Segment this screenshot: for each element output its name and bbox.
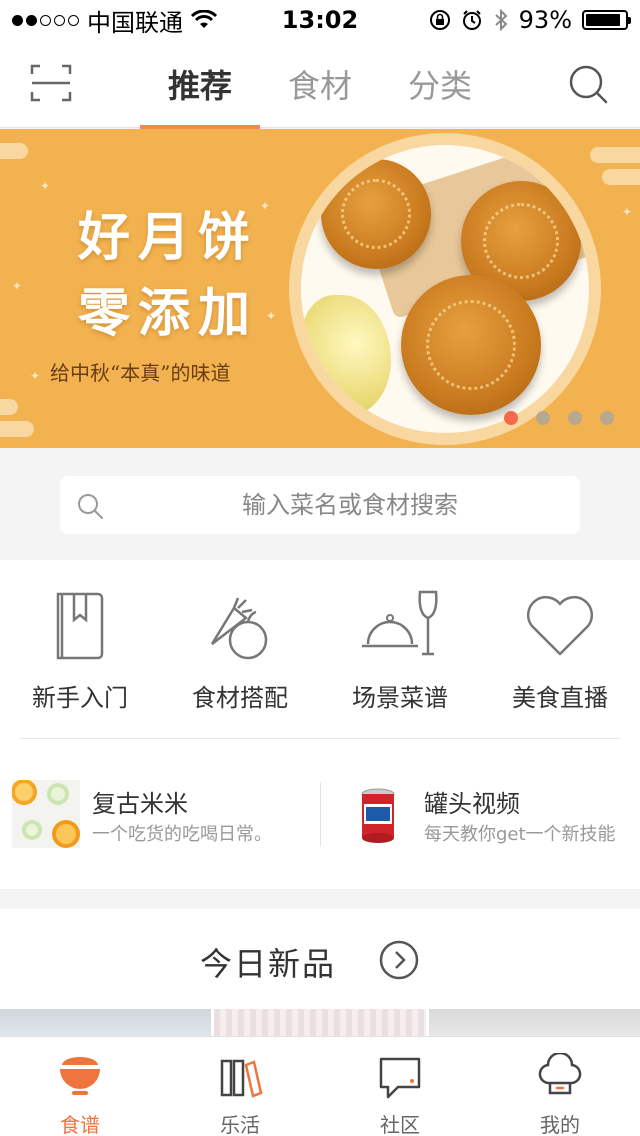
promo-divider (320, 782, 321, 846)
promo-subtitle: 每天教你get一个新技能 (424, 824, 616, 845)
banner-star: ✦ (30, 369, 41, 383)
search-icon[interactable] (566, 62, 610, 106)
category-label: 美食直播 (512, 684, 608, 712)
battery-percent: 93% (518, 6, 572, 34)
bowl-icon (60, 1057, 100, 1095)
promo-title: 复古米米 (92, 790, 188, 818)
banner-cloud (602, 169, 640, 185)
tabbar-label: 食谱 (60, 1113, 100, 1136)
heart-icon (526, 595, 594, 656)
tabbar-label: 社区 (380, 1113, 420, 1136)
search-box[interactable] (60, 476, 580, 534)
books-icon (220, 1059, 263, 1098)
scan-icon[interactable] (30, 64, 72, 102)
status-left: 中国联通 (12, 3, 217, 38)
banner-star: ✦ (260, 199, 271, 213)
banner-cloud (0, 421, 34, 437)
banner-title-line2: 零添加 (78, 283, 259, 344)
section-divider (20, 738, 620, 739)
bluetooth-icon (494, 9, 508, 31)
today-new-header[interactable]: 今日新品 (0, 909, 640, 1009)
tabbar-me[interactable]: 我的 (480, 1037, 640, 1136)
battery-icon (582, 10, 631, 30)
chef-hat-icon (538, 1053, 582, 1095)
magnifier-icon (78, 494, 103, 519)
banner-star: ✦ (40, 179, 51, 193)
banner-cloud (0, 143, 28, 159)
banner-star: ✦ (12, 279, 23, 293)
category-label: 场景菜谱 (352, 684, 448, 712)
banner-cloud (0, 399, 18, 415)
status-right: 93% (429, 6, 631, 34)
status-bar: 中国联通 13:02 93% (0, 0, 640, 40)
pager-dot[interactable] (600, 411, 614, 425)
cloche-wine-icon (362, 590, 438, 656)
promo-title: 罐头视频 (424, 790, 520, 818)
book-icon (56, 592, 104, 660)
promo-subtitle: 一个吃货的吃喝日常。 (92, 824, 272, 845)
promo-can-video[interactable]: 罐头视频 每天教你get一个新技能 (344, 778, 634, 850)
signal-strength-icon (12, 14, 79, 26)
category-ingredients[interactable]: 食材搭配 (160, 560, 320, 738)
pager-dot[interactable] (568, 411, 582, 425)
chevron-right-circle-icon[interactable] (378, 939, 420, 981)
alarm-icon (462, 10, 481, 30)
banner-pager (504, 411, 614, 425)
chat-icon (379, 1057, 421, 1099)
tab-ingredients[interactable]: 食材 (260, 40, 380, 128)
tabbar-label: 乐活 (220, 1113, 260, 1136)
category-label: 新手入门 (32, 684, 128, 712)
section-title: 今日新品 (200, 945, 337, 983)
top-tabs: 推荐 食材 分类 (140, 40, 500, 129)
banner-star: ✦ (266, 309, 277, 323)
mooncake-image (289, 133, 601, 445)
tabbar-label: 我的 (540, 1113, 580, 1136)
category-row: 新手入门 食材搭配 场景菜谱 美食直播 (0, 560, 640, 738)
pager-dot[interactable] (536, 411, 550, 425)
tabbar-recipes[interactable]: 食谱 (0, 1037, 160, 1136)
pager-dot[interactable] (504, 411, 518, 425)
category-scene-recipes[interactable]: 场景菜谱 (320, 560, 480, 738)
top-nav: 推荐 食材 分类 (0, 40, 640, 129)
category-beginner[interactable]: 新手入门 (0, 560, 160, 738)
vegetables-icon (210, 597, 268, 660)
tab-categories[interactable]: 分类 (380, 40, 500, 128)
category-live[interactable]: 美食直播 (480, 560, 640, 738)
tab-recommend[interactable]: 推荐 (140, 40, 260, 129)
promo-banner[interactable]: ✦ ✦ ✦ ✦ ✦ ✦ 好月饼 零添加 给中秋“本真”的味道 (0, 129, 640, 448)
wifi-icon (191, 10, 217, 28)
banner-title-line1: 好月饼 (78, 207, 259, 268)
banner-cloud (590, 147, 640, 163)
banner-star: ✦ (622, 205, 633, 219)
promo-retro-mimi[interactable]: 复古米米 一个吃货的吃喝日常。 (12, 778, 312, 850)
bottom-tab-bar: 食谱 乐活 社区 我的 (0, 1036, 640, 1136)
category-section: 新手入门 食材搭配 场景菜谱 美食直播 复古米米 一个吃货的吃喝日常。 罐头视频… (0, 560, 640, 889)
can-thumb (344, 780, 412, 848)
tabbar-community[interactable]: 社区 (320, 1037, 480, 1136)
orange-slices-thumb (12, 780, 80, 848)
search-section (0, 448, 640, 560)
carrier-name: 中国联通 (87, 8, 183, 37)
tabbar-lifestyle[interactable]: 乐活 (160, 1037, 320, 1136)
category-label: 食材搭配 (192, 684, 288, 712)
search-input[interactable] (120, 476, 560, 534)
rotation-lock-icon (429, 10, 450, 30)
banner-subtitle: 给中秋“本真”的味道 (50, 361, 231, 385)
